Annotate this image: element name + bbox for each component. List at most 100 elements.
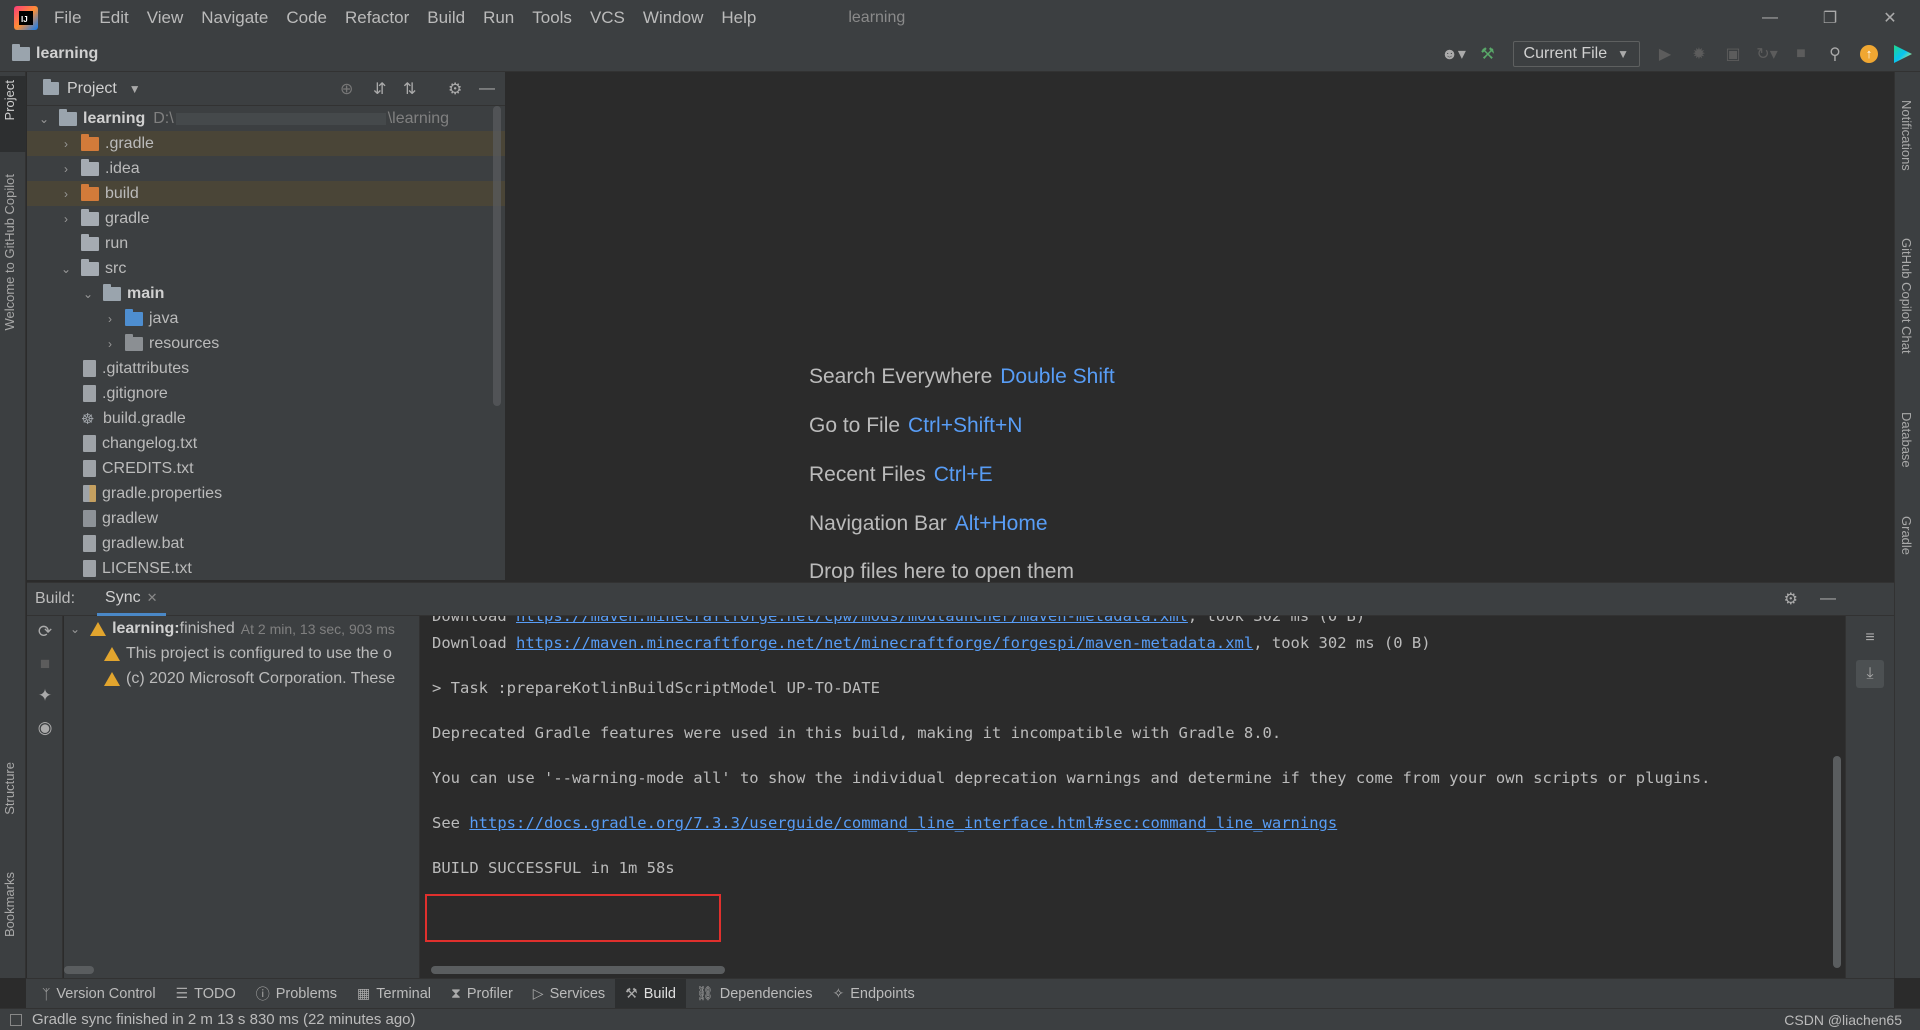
tree-item-gitattributes[interactable]: .gitattributes <box>27 356 505 381</box>
project-panel-title[interactable]: Project <box>67 80 117 98</box>
run-icon[interactable]: ▶ <box>1651 40 1679 68</box>
menu-build[interactable]: Build <box>427 8 465 28</box>
stop-icon[interactable]: ■ <box>1787 40 1815 68</box>
toggle-tool-windows-icon[interactable] <box>10 1013 22 1026</box>
tree-item-gitignore[interactable]: .gitignore <box>27 381 505 406</box>
close-icon[interactable]: ✕ <box>1860 0 1920 36</box>
tree-item-gradle-properties[interactable]: gradle.properties <box>27 481 505 506</box>
menu-run[interactable]: Run <box>483 8 514 28</box>
user-icon[interactable]: ☻▾ <box>1440 40 1468 68</box>
console-hscrollbar[interactable] <box>431 966 725 974</box>
menu-view[interactable]: View <box>147 8 184 28</box>
tree-item-gradlew[interactable]: gradlew <box>27 506 505 531</box>
menu-tools[interactable]: Tools <box>532 8 572 28</box>
collapse-all-icon[interactable]: ⇅ <box>403 79 416 99</box>
status-message[interactable]: Gradle sync finished in 2 m 13 s 830 ms … <box>32 1011 416 1028</box>
pin-icon[interactable]: ✦ <box>27 680 63 712</box>
tree-item-license[interactable]: LICENSE.txt <box>27 556 505 581</box>
tool-version-control[interactable]: ᛉ Version Control <box>32 979 166 1009</box>
tree-item-resources[interactable]: › resources <box>27 331 505 356</box>
chevron-right-icon[interactable]: › <box>59 137 73 151</box>
chevron-right-icon[interactable]: › <box>59 212 73 226</box>
tree-item-gradle[interactable]: › gradle <box>27 206 505 231</box>
hide-icon[interactable]: — <box>479 80 495 98</box>
restore-icon[interactable]: ❐ <box>1800 0 1860 36</box>
bookmarks-tool-label[interactable]: Bookmarks <box>2 872 17 937</box>
menu-code[interactable]: Code <box>286 8 327 28</box>
console-vscrollbar[interactable] <box>1833 756 1841 968</box>
tree-item-changelog[interactable]: changelog.txt <box>27 431 505 456</box>
updates-icon[interactable]: ↑ <box>1855 40 1883 68</box>
tree-hscrollbar[interactable] <box>64 966 94 974</box>
console-link[interactable]: https://docs.gradle.org/7.3.3/userguide/… <box>469 814 1337 832</box>
profile-icon[interactable]: ↻▾ <box>1753 40 1781 68</box>
project-tool-tab[interactable]: Project <box>0 76 26 152</box>
console-link[interactable]: https://maven.minecraftforge.net/net/min… <box>516 634 1253 652</box>
chevron-down-icon[interactable]: ⌄ <box>59 262 73 276</box>
copilot-chat-tool-label[interactable]: GitHub Copilot Chat <box>1899 238 1914 354</box>
tree-item-gradlew-bat[interactable]: gradlew.bat <box>27 531 505 556</box>
jetbrains-ai-icon[interactable] <box>1889 40 1917 68</box>
expand-all-icon[interactable]: ⇵ <box>373 79 386 99</box>
tool-problems[interactable]: ⓘ Problems <box>246 979 347 1009</box>
search-icon[interactable]: ⚲ <box>1821 40 1849 68</box>
tree-item-build[interactable]: › build <box>27 181 505 206</box>
tool-todo[interactable]: ☰ TODO <box>166 979 246 1009</box>
sync-icon[interactable]: ⟳ <box>27 616 63 648</box>
close-tab-icon[interactable]: ✕ <box>147 590 158 606</box>
breadcrumb[interactable]: learning <box>12 43 98 63</box>
chevron-right-icon[interactable]: › <box>103 337 117 351</box>
tree-item-src[interactable]: ⌄ src <box>27 256 505 281</box>
tree-item-java[interactable]: › java <box>27 306 505 331</box>
locate-icon[interactable]: ⊕ <box>340 79 353 99</box>
tree-item-main[interactable]: ⌄ main <box>27 281 505 306</box>
tool-dependencies[interactable]: ⛓ Dependencies <box>686 979 823 1009</box>
menu-file[interactable]: File <box>54 8 81 28</box>
console-link[interactable]: https://maven.minecraftforge.net/cpw/mod… <box>516 616 1188 625</box>
tool-build[interactable]: ⚒ Build <box>615 978 686 1009</box>
coverage-icon[interactable]: ▣ <box>1719 40 1747 68</box>
scroll-to-end-icon[interactable]: ⤓ <box>1856 660 1884 688</box>
tree-item-credits[interactable]: CREDITS.txt <box>27 456 505 481</box>
tree-root[interactable]: ⌄ learning D:\ \learning <box>27 106 505 131</box>
menu-help[interactable]: Help <box>721 8 756 28</box>
chevron-down-icon[interactable]: ⌄ <box>70 622 80 636</box>
tab-sync[interactable]: Sync ✕ <box>97 582 166 616</box>
eye-icon[interactable]: ◉ <box>27 712 63 744</box>
hide-icon[interactable]: — <box>1820 590 1836 608</box>
minimize-icon[interactable]: — <box>1740 0 1800 36</box>
debug-icon[interactable]: ✹ <box>1685 40 1713 68</box>
gear-icon[interactable]: ⚙ <box>1784 589 1798 609</box>
menu-refactor[interactable]: Refactor <box>345 8 409 28</box>
menu-vcs[interactable]: VCS <box>590 8 625 28</box>
chevron-down-icon[interactable]: ⌄ <box>37 112 51 126</box>
chevron-down-icon[interactable]: ▼ <box>129 82 141 96</box>
build-tree-root[interactable]: ⌄ learning: finished At 2 min, 13 sec, 9… <box>64 616 419 641</box>
menu-navigate[interactable]: Navigate <box>201 8 268 28</box>
copilot-tool-label[interactable]: Welcome to GitHub Copilot <box>2 174 17 331</box>
tool-services[interactable]: ▷ Services <box>523 979 615 1009</box>
soft-wrap-icon[interactable]: ≡ <box>1856 624 1884 652</box>
build-warning-item[interactable]: (c) 2020 Microsoft Corporation. These <box>64 666 419 691</box>
chevron-right-icon[interactable]: › <box>103 312 117 326</box>
tree-item-gradle-cache[interactable]: › .gradle <box>27 131 505 156</box>
build-warning-item[interactable]: This project is configured to use the o <box>64 641 419 666</box>
tree-item-build-gradle[interactable]: ☸ build.gradle <box>27 406 505 431</box>
chevron-right-icon[interactable]: › <box>59 162 73 176</box>
run-configuration-select[interactable]: Current File ▼ <box>1512 41 1640 67</box>
notifications-tool-label[interactable]: Notifications <box>1899 100 1914 171</box>
menu-edit[interactable]: Edit <box>99 8 128 28</box>
build-hammer-icon[interactable]: ⚒ <box>1474 40 1502 68</box>
tree-item-run[interactable]: run <box>27 231 505 256</box>
project-scrollbar[interactable] <box>493 106 501 406</box>
chevron-right-icon[interactable]: › <box>59 187 73 201</box>
stop-icon[interactable]: ■ <box>27 648 63 680</box>
chevron-down-icon[interactable]: ⌄ <box>81 287 95 301</box>
tool-terminal[interactable]: ▦ Terminal <box>347 979 441 1009</box>
tool-endpoints[interactable]: ✧ Endpoints <box>822 979 924 1009</box>
tree-item-idea[interactable]: › .idea <box>27 156 505 181</box>
structure-tool-label[interactable]: Structure <box>2 762 17 815</box>
database-tool-label[interactable]: Database <box>1899 412 1914 468</box>
gear-icon[interactable]: ⚙ <box>448 79 462 99</box>
tool-profiler[interactable]: ⧗ Profiler <box>441 979 523 1009</box>
